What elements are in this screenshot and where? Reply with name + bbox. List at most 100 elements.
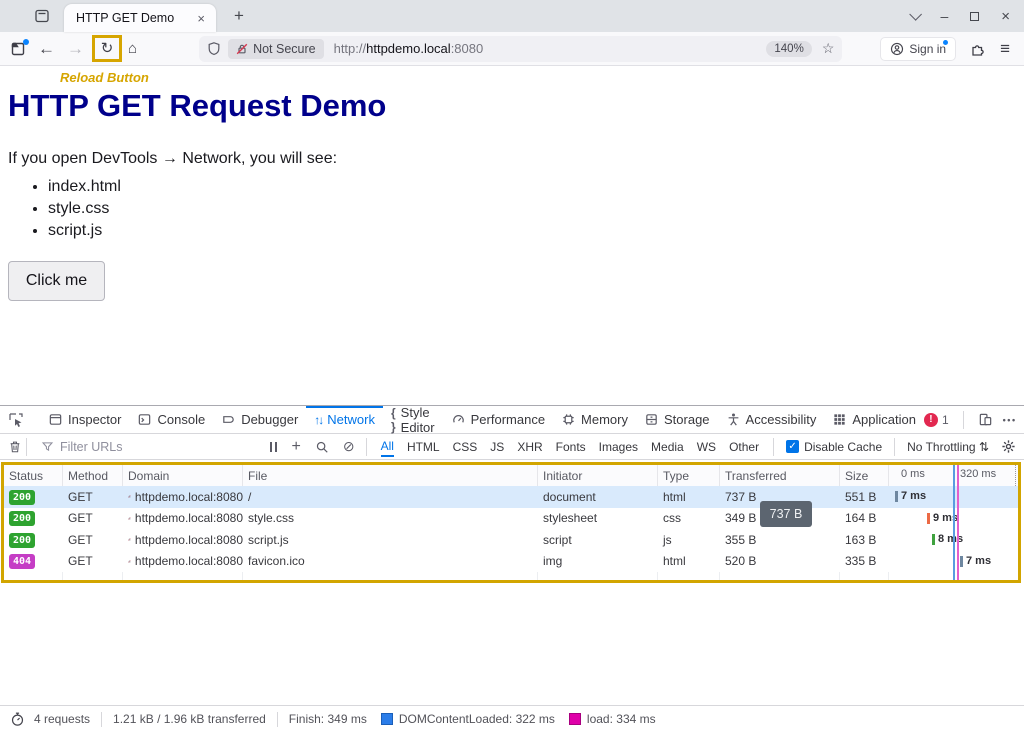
domain-cell: httpdemo.local:8080 [123,511,243,525]
extensions-icon[interactable] [970,41,986,57]
lock-slash-icon [128,534,131,545]
add-request-icon[interactable]: + [292,438,301,456]
click-me-button[interactable]: Click me [8,261,105,301]
zoom-level-badge[interactable]: 140% [766,41,811,57]
col-transferred[interactable]: Transferred [720,465,840,486]
home-button[interactable]: ⌂ [128,41,137,56]
col-method[interactable]: Method [63,465,123,486]
sign-in-button[interactable]: Sign in [880,37,956,61]
url-bar[interactable]: Not Secure http://httpdemo.local:8080 14… [199,36,842,62]
devtools-menu-icon[interactable]: ••• [1003,415,1017,425]
network-toolbar: Filter URLs + ⊘ All HTML CSS JS XHR Font… [0,434,1024,460]
transferred-cell: 520 B [720,554,840,568]
reload-button[interactable]: ↻ [101,41,114,56]
throttling-dropdown[interactable]: No Throttling ⇅ [907,440,989,454]
file-cell: script.js [243,533,538,547]
tab-list-chevron-icon[interactable] [910,8,923,21]
tab-console[interactable]: Console [129,406,213,433]
list-item: script.js [48,222,121,240]
responsive-mode-icon[interactable] [978,412,993,427]
file-cell: / [243,490,538,504]
tab-network[interactable]: ↑↓ Network [306,406,383,433]
type-cell: html [658,554,720,568]
divider [101,712,102,727]
devtools-status-bar: 4 requests 1.21 kB / 1.96 kB transferred… [0,705,1024,732]
status-badge: 404 [9,554,35,569]
finish-time: Finish: 349 ms [289,712,367,726]
tab-overview-icon[interactable] [34,8,50,24]
tab-inspector[interactable]: Inspector [40,406,129,433]
col-status[interactable]: Status [4,465,63,486]
timing-bar [895,491,898,502]
initiator-cell: document [538,490,658,504]
forward-button[interactable]: → [67,40,84,57]
time-tick: 0 ms [901,468,925,480]
request-row[interactable]: 200 GET httpdemo.local:8080 style.css st… [4,508,1018,530]
bookmark-star-icon[interactable]: ☆ [822,40,835,57]
col-initiator[interactable]: Initiator [538,465,658,486]
col-file[interactable]: File [243,465,538,486]
tab-style-editor[interactable]: { } Style Editor [383,406,443,433]
timing-bar [932,534,935,545]
minimize-button[interactable]: – [940,8,948,24]
empty-table-area [4,572,1018,580]
filter-all[interactable]: All [381,437,394,457]
col-domain[interactable]: Domain [123,465,243,486]
filter-css[interactable]: CSS [453,438,478,456]
browser-tab[interactable]: HTTP GET Demo × [64,4,216,32]
menu-icon[interactable]: ≡ [1000,40,1010,57]
filter-urls-input[interactable]: Filter URLs [41,440,262,454]
window-close-button[interactable]: × [1001,8,1010,25]
not-secure-label: Not Secure [253,42,316,56]
search-icon[interactable] [315,440,329,454]
funnel-icon [41,440,54,453]
tab-close-icon[interactable]: × [194,11,208,26]
new-tab-button[interactable]: + [228,6,250,26]
tab-storage[interactable]: Storage [636,406,718,433]
network-settings-gear-icon[interactable] [1001,439,1016,454]
timing-bar [960,556,963,567]
dom-content-loaded-time: DOMContentLoaded: 322 ms [399,712,555,726]
tab-application[interactable]: Application [824,406,924,433]
disable-cache-checkbox[interactable]: ✓ Disable Cache [786,440,882,454]
initiator-cell: img [538,554,658,568]
filter-ws[interactable]: WS [697,438,716,456]
back-button[interactable]: ← [38,40,55,57]
request-row[interactable]: 200 GET httpdemo.local:8080 script.js sc… [4,529,1018,551]
filter-xhr[interactable]: XHR [517,438,542,456]
filter-other[interactable]: Other [729,438,759,456]
filter-images[interactable]: Images [599,438,638,456]
page-title: HTTP GET Request Demo [8,88,386,124]
status-badge: 200 [9,533,35,548]
type-cell: css [658,511,720,525]
request-row[interactable]: 200 GET httpdemo.local:8080 / document h… [4,486,1018,508]
shield-icon[interactable] [207,41,221,56]
not-secure-badge[interactable]: Not Secure [228,39,324,59]
filter-media[interactable]: Media [651,438,684,456]
lock-slash-icon [128,556,131,567]
block-requests-icon[interactable]: ⊘ [343,438,355,455]
tab-debugger[interactable]: Debugger [213,406,306,433]
requests-count: 4 requests [34,712,90,726]
error-count-badge[interactable]: ! 1 [924,413,949,427]
col-size[interactable]: Size [840,465,889,486]
clear-requests-icon[interactable] [8,439,22,454]
filter-fonts[interactable]: Fonts [556,438,586,456]
filter-placeholder: Filter URLs [60,440,123,454]
request-row[interactable]: 404 GET httpdemo.local:8080 favicon.ico … [4,551,1018,573]
pick-element-icon[interactable] [0,412,32,428]
tab-accessibility[interactable]: Accessibility [718,406,825,433]
tab-performance[interactable]: Performance [443,406,553,433]
col-type[interactable]: Type [658,465,720,486]
url-text: http://httpdemo.local:8080 [334,41,484,56]
pause-icon[interactable] [270,442,277,452]
maximize-button[interactable] [970,12,979,21]
filter-html[interactable]: HTML [407,438,440,456]
tab-memory[interactable]: Memory [553,406,636,433]
size-cell: 164 B [840,511,889,525]
type-cell: js [658,533,720,547]
initiator-cell: script [538,533,658,547]
firefox-view-icon[interactable] [10,41,26,57]
timing-label: 8 ms [938,533,963,545]
filter-js[interactable]: JS [490,438,504,456]
